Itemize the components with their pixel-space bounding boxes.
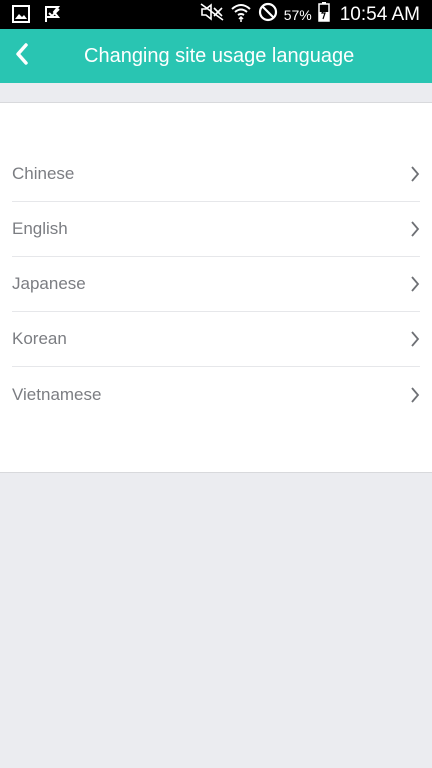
battery-percent: 57% <box>283 6 312 23</box>
chevron-right-icon <box>411 331 420 347</box>
wifi-icon <box>230 2 252 27</box>
language-list-card: Chinese English Japanese Korean Vietname… <box>0 102 432 473</box>
battery-icon <box>317 2 330 27</box>
language-label: Vietnamese <box>12 384 102 404</box>
language-label: Korean <box>12 329 67 348</box>
app-header: Changing site usage language <box>0 29 432 83</box>
language-item-korean[interactable]: Korean <box>12 312 420 367</box>
language-label: Chinese <box>12 164 75 183</box>
status-right-icons: 57% 10:54 AM <box>200 0 420 29</box>
chevron-right-icon <box>411 221 420 237</box>
clock-time: 10:54 AM <box>339 3 420 25</box>
chevron-right-icon <box>411 276 420 292</box>
language-label: Japanese <box>12 274 86 293</box>
language-item-vietnamese[interactable]: Vietnamese <box>12 367 420 422</box>
back-button[interactable] <box>0 29 44 83</box>
flag-icon <box>44 5 62 28</box>
status-left-icons <box>12 5 62 28</box>
page-title: Changing site usage language <box>84 45 355 67</box>
language-item-japanese[interactable]: Japanese <box>12 257 420 312</box>
chevron-right-icon <box>411 166 420 182</box>
block-icon <box>258 2 278 27</box>
language-item-chinese[interactable]: Chinese <box>12 147 420 202</box>
mute-icon <box>200 3 224 26</box>
status-bar: 57% 10:54 AM <box>0 0 432 29</box>
language-list: Chinese English Japanese Korean Vietname… <box>12 147 420 422</box>
chevron-left-icon <box>15 42 29 70</box>
chevron-right-icon <box>411 386 420 403</box>
gallery-icon <box>12 5 30 28</box>
language-label: English <box>12 219 68 238</box>
language-item-english[interactable]: English <box>12 202 420 257</box>
